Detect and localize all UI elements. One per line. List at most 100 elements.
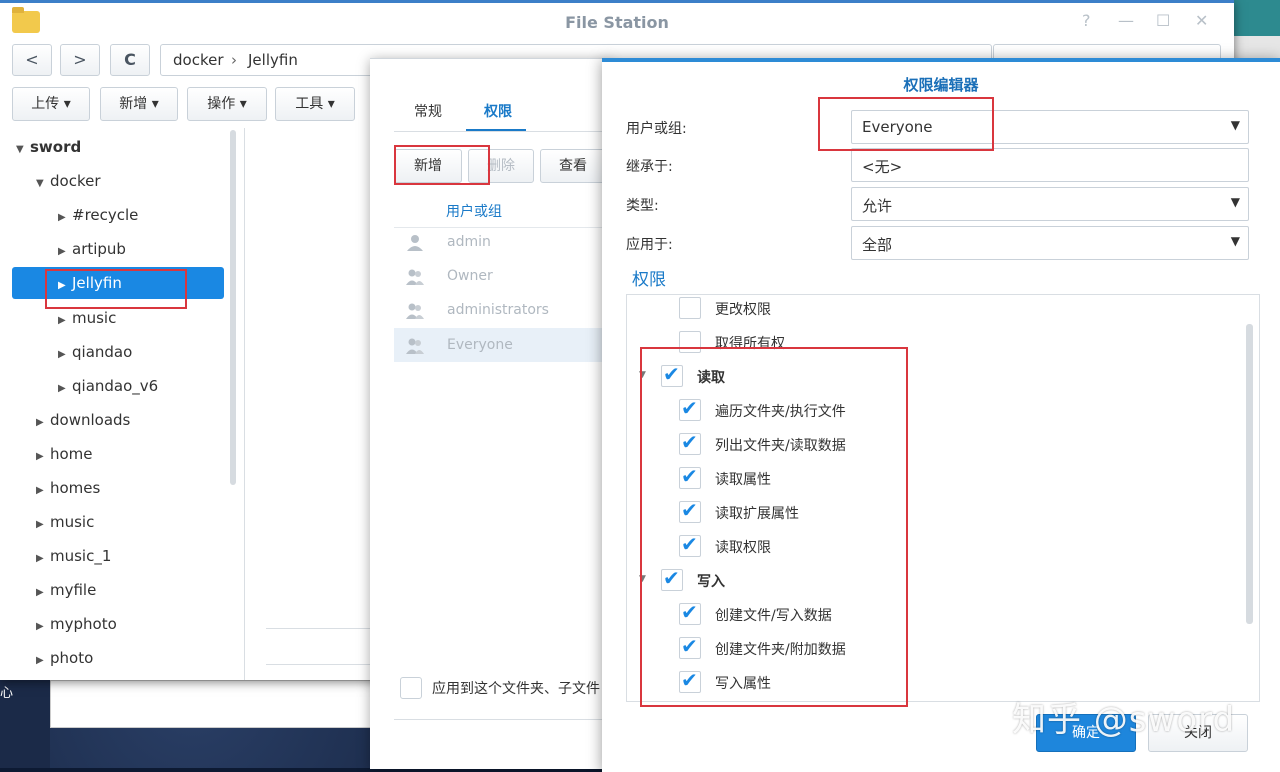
- collapse-icon[interactable]: ▶: [36, 645, 50, 677]
- permission-group-checkbox[interactable]: ✔: [661, 566, 683, 591]
- collapse-icon[interactable]: ▶: [58, 270, 72, 302]
- tree-root[interactable]: ▼ sword: [16, 131, 81, 163]
- action-button[interactable]: 操作 ▾: [187, 87, 267, 121]
- collapse-icon[interactable]: ▶: [36, 543, 50, 575]
- tree-item[interactable]: ▶ music: [36, 506, 94, 538]
- checkmark-icon: ✔: [663, 362, 680, 386]
- zhihu-watermark: 知乎 @sword: [1012, 700, 1236, 740]
- checkmark-icon: ✔: [681, 600, 698, 624]
- minimize-icon[interactable]: —: [1118, 11, 1134, 30]
- refresh-button[interactable]: C: [110, 44, 150, 76]
- permission-group-checkbox[interactable]: ✔: [661, 362, 683, 387]
- background-window-edge: [1234, 0, 1280, 36]
- permission-checkbox[interactable]: ✔: [679, 396, 701, 421]
- desktop-strip: 心: [0, 680, 50, 768]
- user-group-label: 用户或组:: [626, 121, 687, 137]
- tree-item[interactable]: ▶ music_1: [36, 540, 111, 572]
- collapse-icon[interactable]: ▶: [36, 577, 50, 609]
- checkmark-icon: ✔: [681, 532, 698, 556]
- collapse-icon[interactable]: ▶: [36, 441, 50, 473]
- tab-permissions[interactable]: 权限: [484, 101, 512, 121]
- dropdown-arrow-icon: ▼: [1230, 195, 1240, 209]
- desktop-panel: [50, 680, 372, 728]
- user-icon: [407, 235, 423, 251]
- permission-checkbox[interactable]: ✔: [679, 498, 701, 523]
- collapse-icon[interactable]: ▶: [36, 475, 50, 507]
- group-icon: [406, 269, 424, 285]
- inherit-label: 继承于:: [626, 159, 673, 175]
- upload-button[interactable]: 上传 ▾: [12, 87, 90, 121]
- breadcrumb-jellyfin[interactable]: Jellyfin: [248, 51, 298, 69]
- permission-checkbox[interactable]: ✔: [679, 634, 701, 659]
- tree-item-selected[interactable]: ▶ Jellyfin: [12, 267, 224, 299]
- list-divider: [266, 664, 376, 665]
- tools-button[interactable]: 工具 ▾: [275, 87, 355, 121]
- tree-item[interactable]: ▶ qiandao: [58, 336, 132, 368]
- column-header-user[interactable]: 用户或组: [446, 201, 502, 221]
- permission-checkbox[interactable]: ✔: [679, 464, 701, 489]
- collapse-icon[interactable]: ▶: [58, 305, 72, 337]
- delete-button[interactable]: 删除: [468, 149, 534, 183]
- close-icon[interactable]: ✕: [1195, 11, 1208, 30]
- collapse-icon[interactable]: ▶: [58, 202, 72, 234]
- tree-item[interactable]: ▼ docker: [36, 165, 101, 197]
- maximize-icon[interactable]: ☐: [1156, 11, 1170, 30]
- collapse-icon[interactable]: ▶: [36, 611, 50, 643]
- tree-item[interactable]: ▶ artipub: [58, 233, 126, 265]
- permission-checkbox[interactable]: ✔: [679, 532, 701, 557]
- apply-to-select[interactable]: 全部 ▼: [851, 226, 1249, 260]
- user-row[interactable]: administrators: [394, 293, 610, 327]
- collapse-icon[interactable]: ▶: [58, 373, 72, 405]
- user-row[interactable]: Owner: [394, 259, 610, 293]
- permission-editor-dialog: 权限编辑器 用户或组: Everyone ▼ 继承于: <无> 类型: 允许 ▼…: [602, 58, 1280, 772]
- help-icon[interactable]: ?: [1082, 11, 1091, 30]
- title-bar[interactable]: File Station ? — ☐ ✕: [0, 0, 1234, 45]
- inherit-field: <无>: [851, 148, 1249, 182]
- tree-item[interactable]: ▶ photo: [36, 642, 93, 674]
- checkmark-icon: ✔: [681, 668, 698, 692]
- collapse-icon[interactable]: ▶: [36, 509, 50, 541]
- breadcrumb-separator: ›: [231, 51, 237, 69]
- user-row-selected[interactable]: Everyone: [394, 328, 610, 362]
- permission-checkbox[interactable]: [679, 331, 701, 353]
- checkmark-icon: ✔: [681, 430, 698, 454]
- pane-divider: [244, 128, 245, 680]
- tree-item[interactable]: ▶ music: [58, 302, 116, 334]
- tree-item[interactable]: ▶ homes: [36, 472, 100, 504]
- apply-to-subfolders-checkbox[interactable]: [400, 677, 422, 699]
- view-button[interactable]: 查看: [540, 149, 606, 183]
- tab-general[interactable]: 常规: [414, 101, 442, 121]
- type-label: 类型:: [626, 198, 659, 214]
- permission-checkbox[interactable]: ✔: [679, 430, 701, 455]
- permission-checkbox[interactable]: ✔: [679, 600, 701, 625]
- window-title: File Station: [565, 13, 669, 32]
- user-row[interactable]: admin: [394, 225, 610, 259]
- forward-button[interactable]: >: [60, 44, 100, 76]
- collapse-group-icon[interactable]: ▼: [639, 370, 646, 380]
- user-group-select[interactable]: Everyone ▼: [851, 110, 1249, 144]
- tree-item[interactable]: ▶ myphoto: [36, 608, 117, 640]
- add-button[interactable]: 新增: [394, 149, 462, 183]
- type-select[interactable]: 允许 ▼: [851, 187, 1249, 221]
- tree-item[interactable]: ▶ myfile: [36, 574, 96, 606]
- tree-item[interactable]: ▶ #recycle: [58, 199, 138, 231]
- collapse-icon[interactable]: ▶: [58, 339, 72, 371]
- tree-item[interactable]: ▶ home: [36, 438, 93, 470]
- create-button[interactable]: 新增 ▾: [100, 87, 178, 121]
- collapse-group-icon[interactable]: ▼: [639, 574, 646, 584]
- collapse-icon[interactable]: ▶: [58, 236, 72, 268]
- checkmark-icon: ✔: [663, 566, 680, 590]
- tree-item[interactable]: ▶ downloads: [36, 404, 130, 436]
- permissions-scrollbar[interactable]: [1246, 324, 1253, 624]
- permission-checkbox[interactable]: ✔: [679, 668, 701, 693]
- expand-icon[interactable]: ▼: [36, 168, 50, 200]
- expand-icon[interactable]: ▼: [16, 134, 30, 166]
- tree-scrollbar[interactable]: [230, 130, 236, 485]
- permission-checkbox[interactable]: [679, 297, 701, 319]
- folder-tree: ▼ sword ▼ docker ▶ #recycle ▶ artipub ▶ Jelly…: [0, 128, 244, 680]
- back-button[interactable]: <: [12, 44, 52, 76]
- tree-item[interactable]: ▶ qiandao_v6: [58, 370, 158, 402]
- collapse-icon[interactable]: ▶: [36, 407, 50, 439]
- breadcrumb-docker[interactable]: docker: [173, 51, 224, 69]
- dropdown-arrow-icon: ▼: [1230, 118, 1240, 132]
